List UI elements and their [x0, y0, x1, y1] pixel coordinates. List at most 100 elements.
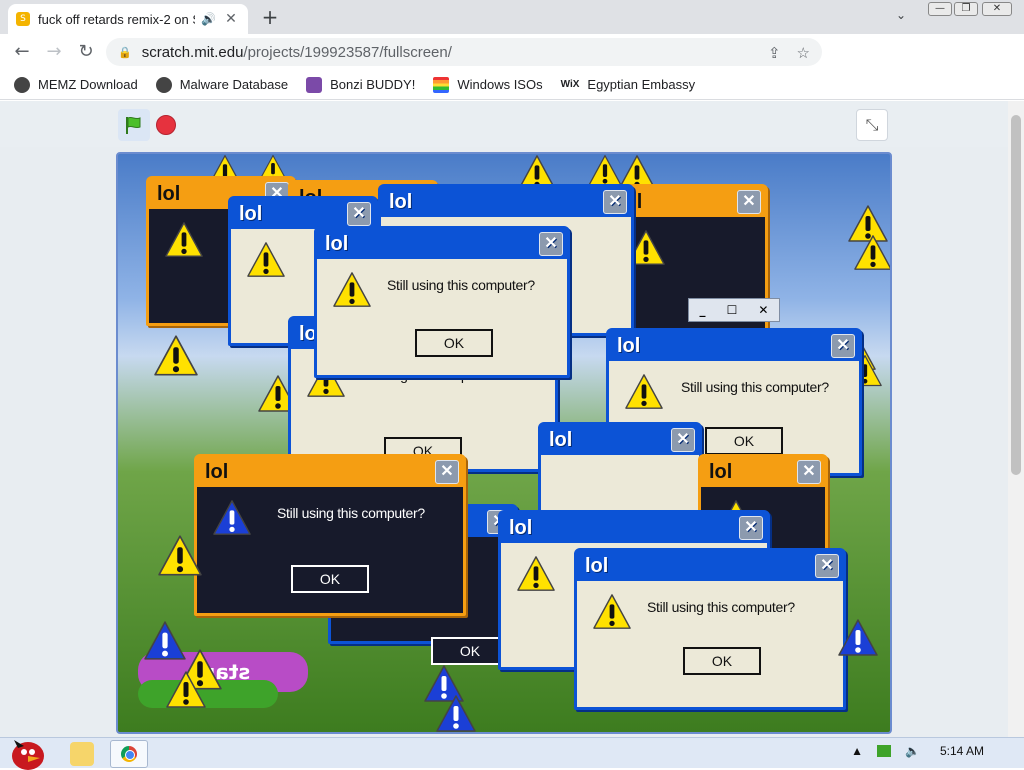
angry-bird-start-icon[interactable] [4, 734, 48, 770]
dialog-title[interactable]: lol✕ [501, 513, 767, 543]
warning-icon [213, 500, 251, 535]
green-flag-icon [126, 116, 141, 134]
dialog-close-button[interactable]: ✕ [671, 428, 695, 452]
dialog-title[interactable]: lol✕ [609, 331, 859, 361]
dialog-ok-button[interactable]: OK [683, 647, 761, 675]
dialog-body [611, 217, 765, 341]
volume-icon[interactable]: 🔈 [905, 744, 920, 758]
system-tray: ▲ 🔈 5:14 AM [851, 744, 1014, 758]
dialog-warning-icon [247, 241, 285, 283]
warning-icon [517, 556, 555, 591]
exit-fullscreen-button[interactable]: ⤡ [856, 109, 888, 141]
dialog-close-button[interactable]: ✕ [739, 516, 763, 540]
stage-warning-icon [436, 694, 476, 732]
tab-active[interactable]: S fuck off retards remix-2 on Scratch 🔊 … [8, 4, 248, 34]
dialog-title[interactable]: lol✕ [197, 457, 463, 487]
dialog-close-button[interactable]: ✕ [435, 460, 459, 484]
dialog-ok-button[interactable]: OK [705, 427, 783, 455]
dialog-close-button[interactable]: ✕ [815, 554, 839, 578]
windows-taskbar: ▲ 🔈 5:14 AM [0, 734, 1024, 770]
forward-arrow-icon[interactable]: → [38, 36, 70, 68]
lock-icon[interactable]: 🔒 [118, 46, 132, 59]
stop-button[interactable] [156, 115, 176, 135]
network-icon[interactable] [877, 745, 892, 757]
stage-warning-icon [166, 670, 206, 714]
dialog-warning-icon [213, 499, 251, 541]
page-scrollbar[interactable] [1008, 101, 1024, 737]
error-dialog[interactable]: lol✕ Still using this computer? OK [574, 548, 846, 710]
bookmark-label: MEMZ Download [38, 77, 138, 92]
stage-warning-icon [154, 334, 198, 382]
dialog-title[interactable]: lol✕ [701, 457, 825, 487]
dialog-body: Still using this computer? OK [197, 487, 463, 613]
dialog-title[interactable]: lol✕ [381, 187, 631, 217]
tab-title: fuck off retards remix-2 on Scratch [38, 11, 195, 27]
dialog-message: Still using this computer? [387, 277, 535, 293]
window-controls-fragment[interactable]: _ ☐ ✕ [688, 298, 780, 322]
scrollbar-thumb[interactable] [1011, 115, 1021, 475]
bonzi-icon [306, 76, 323, 93]
warning-icon [166, 671, 206, 708]
min-icon[interactable]: _ [700, 303, 706, 317]
file-explorer-icon[interactable] [70, 742, 94, 766]
dialog-ok-button[interactable]: OK [415, 329, 493, 357]
new-tab-button[interactable]: + [258, 6, 282, 30]
window-close-button[interactable]: ✕ [982, 2, 1012, 16]
url-path: /projects/199923587/fullscreen/ [243, 43, 452, 61]
dialog-close-button[interactable]: ✕ [603, 190, 627, 214]
url-domain: scratch.mit.edu [141, 43, 244, 61]
wix-icon: WiX [560, 79, 580, 90]
tab-search-chevron-icon[interactable]: ⌄ [896, 8, 906, 22]
warning-icon [588, 155, 622, 187]
bookmark-windows-isos[interactable]: Windows ISOs [433, 76, 543, 93]
tab-close-icon[interactable]: ✕ [222, 11, 240, 27]
error-dialog[interactable]: lol✕ [538, 422, 702, 522]
tray-expand-icon[interactable]: ▲ [851, 744, 863, 758]
dialog-warning-icon [333, 271, 371, 313]
dialog-close-button[interactable]: ✕ [797, 460, 821, 484]
restore-button[interactable]: ❐ [954, 2, 978, 16]
dialog-message: Still using this computer? [277, 505, 425, 521]
globe-icon [14, 76, 30, 93]
error-dialog[interactable]: lol✕ Still using this computer? OK [194, 454, 466, 616]
dialog-close-button[interactable]: ✕ [737, 190, 761, 214]
warning-icon [165, 222, 203, 257]
dialog-title[interactable]: lol✕ [231, 199, 375, 229]
dialog-body: Still using this computer? OK [577, 581, 843, 707]
warning-icon [854, 235, 890, 270]
dialog-title[interactable]: lol✕ [317, 229, 567, 259]
warning-icon [436, 695, 476, 732]
dialog-title[interactable]: lol✕ [541, 425, 699, 455]
error-dialog[interactable]: lol✕ Still using this computer? OK [314, 226, 570, 378]
bookmark-bonzi[interactable]: Bonzi BUDDY! [306, 76, 415, 93]
dialog-title[interactable]: lol✕ [577, 551, 843, 581]
dialog-close-button[interactable]: ✕ [347, 202, 371, 226]
share-icon[interactable]: ⇪ [768, 44, 781, 62]
address-bar[interactable]: 🔒 scratch.mit.edu/projects/199923587/ful… [106, 38, 822, 66]
taskbar-chrome-button[interactable] [110, 740, 148, 768]
bookmark-egyptian-embassy[interactable]: WiX Egyptian Embassy [561, 77, 695, 92]
warning-icon [593, 594, 631, 629]
warning-icon [158, 535, 202, 576]
dialog-ok-button[interactable]: OK [291, 565, 369, 593]
dialog-title[interactable]: lol✕ [611, 187, 765, 217]
speaker-icon[interactable]: 🔊 [201, 12, 216, 26]
dialog-warning-icon [165, 221, 203, 263]
green-flag-button[interactable] [118, 109, 150, 141]
warning-icon [247, 242, 285, 277]
bookmark-malware-db[interactable]: Malware Database [155, 76, 288, 93]
max-icon[interactable]: ☐ [727, 303, 738, 317]
scratch-stage[interactable]: start lol✕lol✕lol✕lol✕lol✕lol✕Still usin… [116, 152, 892, 734]
back-arrow-icon[interactable]: ← [6, 36, 38, 68]
dialog-close-button[interactable]: ✕ [539, 232, 563, 256]
warning-icon [625, 374, 663, 409]
reload-icon[interactable]: ↻ [70, 36, 102, 68]
close-icon[interactable]: ✕ [758, 303, 768, 317]
bookmark-memz[interactable]: MEMZ Download [14, 76, 138, 93]
scratch-favicon-icon: S [16, 12, 30, 26]
stage-warning-icon [854, 234, 890, 276]
minimize-button[interactable]: — [928, 2, 952, 16]
dialog-close-button[interactable]: ✕ [831, 334, 855, 358]
taskbar-clock[interactable]: 5:14 AM [940, 744, 984, 758]
bookmark-star-icon[interactable]: ☆ [797, 44, 810, 62]
